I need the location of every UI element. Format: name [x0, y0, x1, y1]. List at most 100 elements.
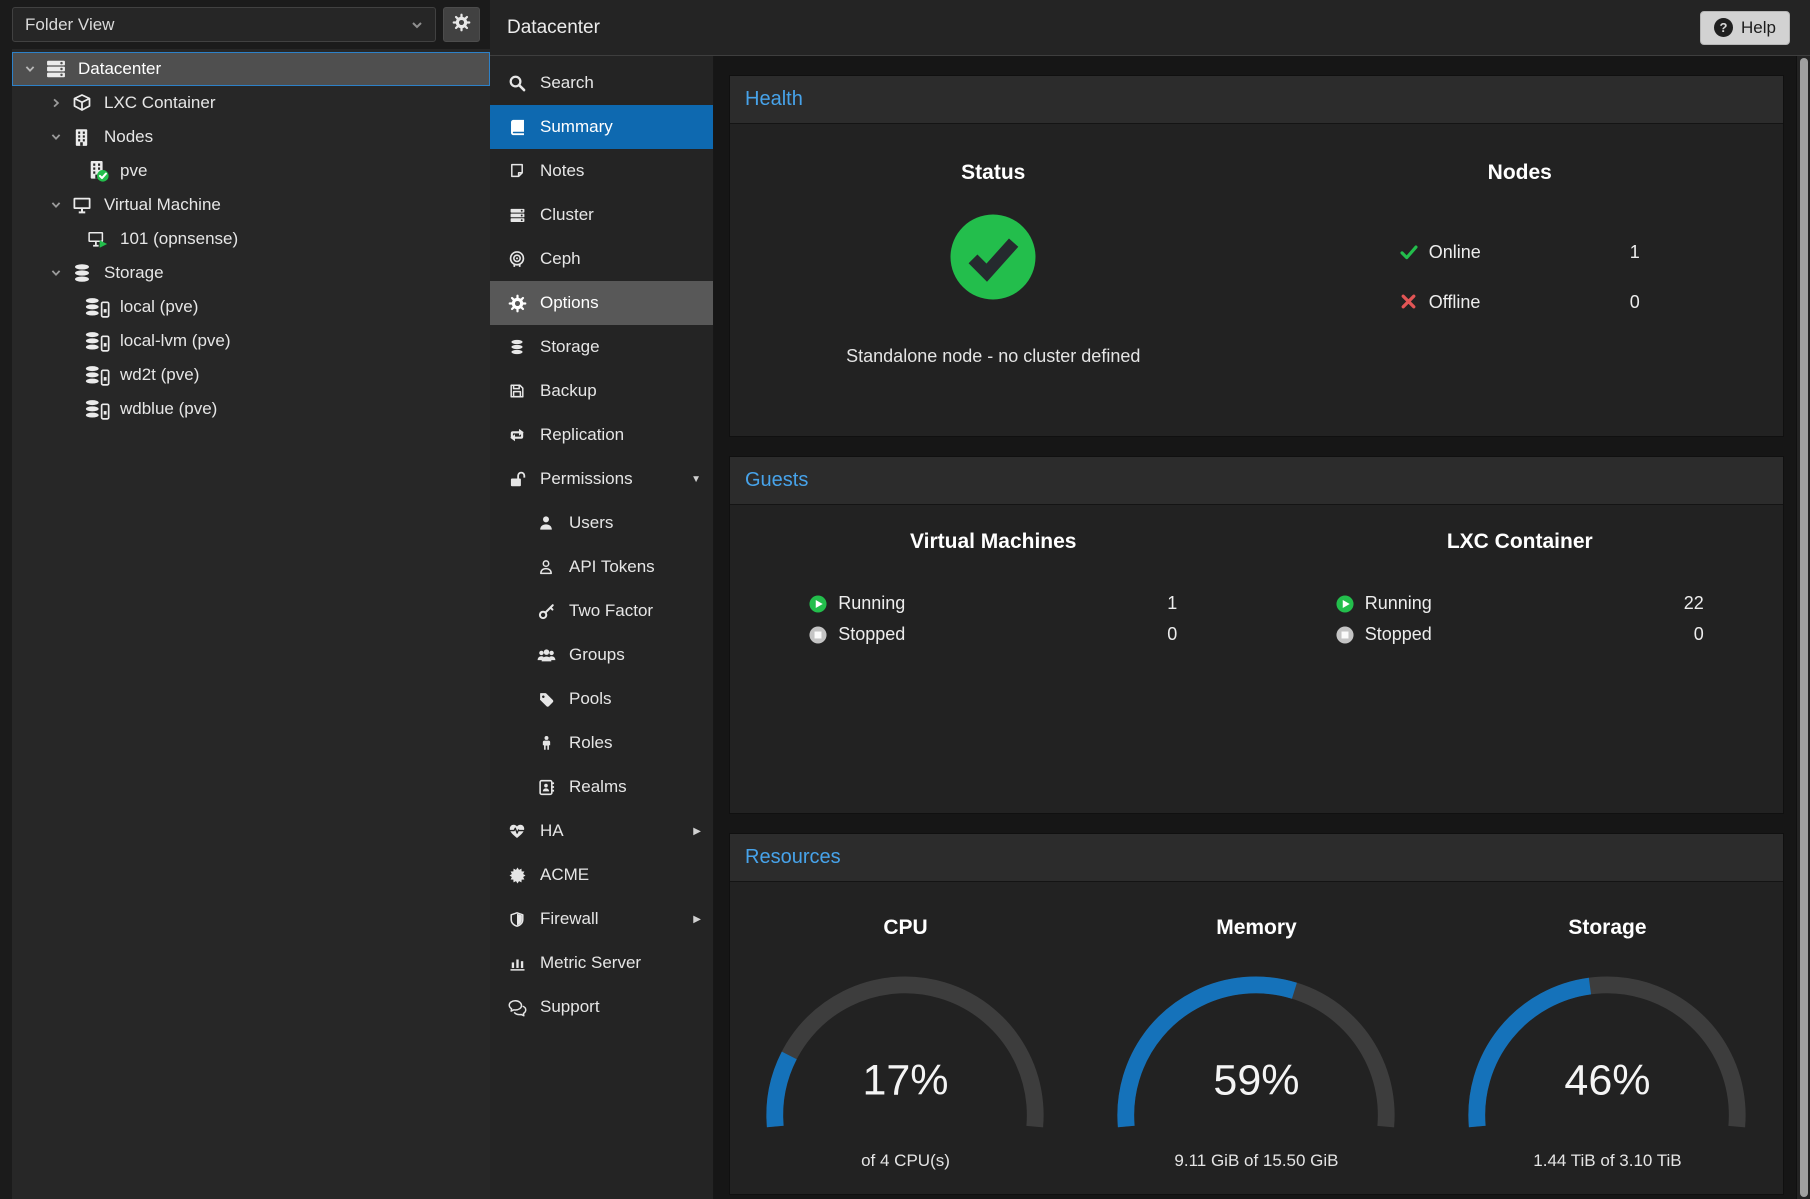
note-icon [507, 161, 527, 181]
storage-percent: 46% [1459, 1057, 1755, 1106]
nodes-online-label: Online [1429, 242, 1481, 263]
nav-item-metric-server[interactable]: Metric Server [490, 941, 713, 985]
tree-item-virtual-machine[interactable]: Virtual Machine [12, 188, 490, 222]
nav-item-label: Options [540, 293, 599, 313]
nav-item-groups[interactable]: Groups [490, 633, 713, 677]
lxc-stopped-label: Stopped [1365, 624, 1432, 645]
nav-item-label: Firewall [540, 909, 599, 929]
nav-item-firewall[interactable]: Firewall ▶ [490, 897, 713, 941]
cross-icon [1400, 293, 1418, 311]
comments-icon [507, 997, 527, 1017]
nav-item-label: Metric Server [540, 953, 641, 973]
nav-item-search[interactable]: Search [490, 61, 713, 105]
vertical-scrollbar[interactable] [1796, 56, 1810, 1199]
stop-circle-icon [1336, 626, 1354, 644]
nav-item-ceph[interactable]: Ceph [490, 237, 713, 281]
nav-item-label: Pools [569, 689, 612, 709]
resource-tree: Datacenter LXC Container Nodes pve Virtu… [12, 49, 490, 426]
nav-item-acme[interactable]: ACME [490, 853, 713, 897]
chevron-right-icon[interactable] [46, 93, 66, 113]
tree-item-label: local-lvm (pve) [120, 331, 231, 351]
address-book-icon [536, 777, 556, 797]
summary-panels: Health Status Standalone node - no clust… [714, 56, 1796, 1199]
tree-item-storage-wd2t[interactable]: wd2t (pve) [12, 358, 490, 392]
heartbeat-icon [507, 821, 527, 841]
guests-panel-header: Guests [730, 457, 1783, 505]
nav-item-cluster[interactable]: Cluster [490, 193, 713, 237]
scrollbar-thumb[interactable] [1800, 58, 1808, 1197]
help-button[interactable]: ? Help [1700, 11, 1790, 45]
server-stack-icon [42, 57, 69, 81]
nav-item-storage[interactable]: Storage [490, 325, 713, 369]
tree-item-lxc-container[interactable]: LXC Container [12, 86, 490, 120]
guests-panel: Guests Virtual Machines Running 1 [729, 456, 1784, 814]
stop-circle-icon [809, 626, 827, 644]
tree-item-label: Nodes [104, 127, 153, 147]
tree-item-pve[interactable]: pve [12, 154, 490, 188]
lxc-running-label: Running [1365, 593, 1432, 614]
chevron-down-icon[interactable] [46, 263, 66, 283]
health-panel-header: Health [730, 76, 1783, 124]
tree-item-vm-101[interactable]: 101 (opnsense) [12, 222, 490, 256]
database-icon [68, 261, 95, 285]
chevron-down-icon[interactable] [46, 195, 66, 215]
chevron-down-icon[interactable] [20, 59, 40, 79]
check-circle-icon [948, 212, 1038, 302]
nav-item-pools[interactable]: Pools [490, 677, 713, 721]
nav-item-label: Replication [540, 425, 624, 445]
nav-item-backup[interactable]: Backup [490, 369, 713, 413]
nav-item-replication[interactable]: Replication [490, 413, 713, 457]
health-status-column: Status Standalone node - no cluster defi… [730, 124, 1257, 436]
nav-item-permissions[interactable]: Permissions ▼ [490, 457, 713, 501]
memory-gauge: 59% [1108, 965, 1404, 1141]
nav-item-label: Search [540, 73, 594, 93]
nav-item-summary[interactable]: Summary [490, 105, 713, 149]
nav-item-label: ACME [540, 865, 589, 885]
tree-item-storage-wdblue[interactable]: wdblue (pve) [12, 392, 490, 426]
memory-gauge-column: Memory 59% 9.11 GiB of 15.50 GiB [1081, 882, 1432, 1194]
person-icon [536, 733, 556, 753]
nodes-offline-value: 0 [1630, 292, 1640, 313]
nav-item-label: Backup [540, 381, 597, 401]
lxc-heading: LXC Container [1257, 530, 1784, 554]
seal-icon [507, 865, 527, 885]
nav-item-notes[interactable]: Notes [490, 149, 713, 193]
tree-toolbar: Folder View [12, 0, 490, 49]
user-outline-icon [536, 557, 556, 577]
chevron-down-icon[interactable] [46, 127, 66, 147]
content-header: Datacenter ? Help [490, 0, 1810, 56]
memory-caption: 9.11 GiB of 15.50 GiB [1081, 1151, 1432, 1171]
vm-stopped-value: 0 [1167, 624, 1177, 645]
memory-heading: Memory [1081, 916, 1432, 940]
nav-item-support[interactable]: Support [490, 985, 713, 1029]
tree-item-nodes[interactable]: Nodes [12, 120, 490, 154]
nav-item-label: Roles [569, 733, 612, 753]
building-check-icon [84, 159, 111, 183]
tree-item-storage-local[interactable]: local (pve) [12, 290, 490, 324]
tree-item-storage-local-lvm[interactable]: local-lvm (pve) [12, 324, 490, 358]
view-mode-select[interactable]: Folder View [12, 7, 436, 42]
lxc-running-row: Running 22 [1336, 590, 1704, 617]
storage-gauge: 46% [1459, 965, 1755, 1141]
nav-item-roles[interactable]: Roles [490, 721, 713, 765]
page-title: Datacenter [507, 17, 600, 39]
cpu-caption: of 4 CPU(s) [730, 1151, 1081, 1171]
nodes-offline-label: Offline [1429, 292, 1481, 313]
database-drive-icon [84, 397, 111, 421]
nav-item-realms[interactable]: Realms [490, 765, 713, 809]
monitor-icon [68, 193, 95, 217]
vm-running-value: 1 [1167, 593, 1177, 614]
tree-item-datacenter[interactable]: Datacenter [12, 52, 490, 86]
shield-icon [507, 909, 527, 929]
tree-item-storage[interactable]: Storage [12, 256, 490, 290]
database-drive-icon [84, 295, 111, 319]
building-icon [68, 125, 95, 149]
nav-item-users[interactable]: Users [490, 501, 713, 545]
tree-settings-button[interactable] [443, 7, 480, 42]
nav-item-options[interactable]: Options [490, 281, 713, 325]
nav-item-ha[interactable]: HA ▶ [490, 809, 713, 853]
nav-item-api-tokens[interactable]: API Tokens [490, 545, 713, 589]
book-icon [507, 117, 527, 137]
nav-item-label: Realms [569, 777, 627, 797]
nav-item-two-factor[interactable]: Two Factor [490, 589, 713, 633]
